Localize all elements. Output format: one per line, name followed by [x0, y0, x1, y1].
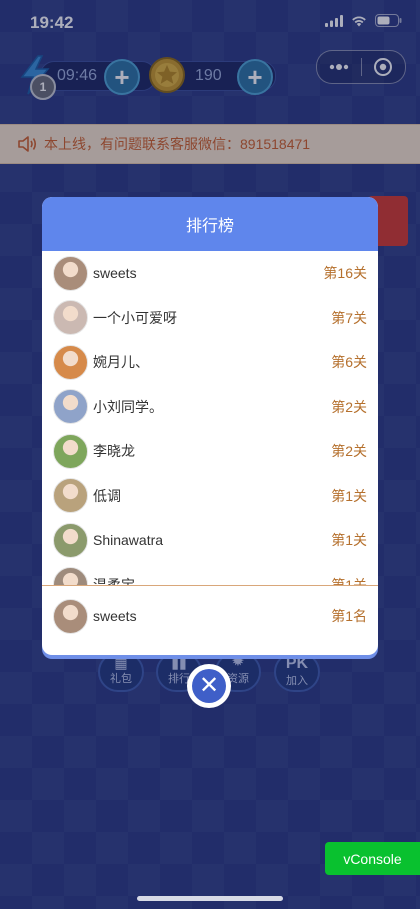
rank-row: 低调 第1关	[42, 474, 378, 519]
rank-row: 小刘同学。 第2关	[42, 385, 378, 430]
player-name: sweets	[93, 265, 137, 282]
player-name: 婉月儿、	[93, 354, 149, 371]
rank-row: 李晓龙 第2关	[42, 429, 378, 474]
vconsole-button[interactable]: vConsole	[325, 842, 420, 875]
my-avatar	[53, 598, 88, 634]
player-level: 第1关	[331, 487, 367, 504]
rank-row: Shinawatra 第1关	[42, 518, 378, 563]
player-name: 一个小可爱呀	[93, 309, 177, 326]
rank-row: 一个小可爱呀 第7关	[42, 296, 378, 341]
leaderboard-modal: 排行榜 sweets 第16关 一个小可爱呀 第7关 婉月儿、 第6关 小刘同学…	[42, 197, 378, 655]
my-name: sweets	[93, 608, 137, 624]
rank-row: 婉月儿、 第6关	[42, 340, 378, 385]
player-level: 第6关	[331, 354, 367, 371]
avatar	[53, 478, 88, 514]
avatar	[53, 344, 88, 380]
close-icon: ✕	[192, 669, 226, 703]
avatar	[53, 567, 88, 585]
player-level: 第16关	[323, 265, 367, 282]
leaderboard-title: 排行榜	[185, 218, 234, 235]
avatar	[53, 522, 88, 558]
player-name: 李晓龙	[93, 443, 135, 460]
leaderboard-header: 排行榜	[42, 197, 378, 251]
my-rank-row: sweets 第1名	[42, 586, 378, 646]
close-modal-button[interactable]: ✕	[187, 664, 231, 708]
player-name: Shinawatra	[93, 532, 164, 549]
rank-row: sweets 第16关	[42, 251, 378, 296]
rank-list[interactable]: sweets 第16关 一个小可爱呀 第7关 婉月儿、 第6关 小刘同学。 第2…	[42, 251, 378, 586]
avatar	[53, 300, 88, 336]
home-indicator	[137, 896, 283, 901]
avatar	[53, 255, 88, 291]
avatar	[53, 433, 88, 469]
my-rank-position: 第1名	[331, 608, 367, 624]
player-level: 第1关	[331, 532, 367, 549]
avatar	[53, 389, 88, 425]
player-level: 第7关	[331, 309, 367, 326]
player-level: 第2关	[331, 443, 367, 460]
rank-row: 温柔宝 第1关	[42, 563, 378, 586]
player-level: 第1关	[331, 576, 367, 586]
player-name: 低调	[93, 487, 121, 504]
player-name: 小刘同学。	[93, 398, 163, 415]
player-level: 第2关	[331, 398, 367, 415]
player-name: 温柔宝	[93, 576, 135, 586]
